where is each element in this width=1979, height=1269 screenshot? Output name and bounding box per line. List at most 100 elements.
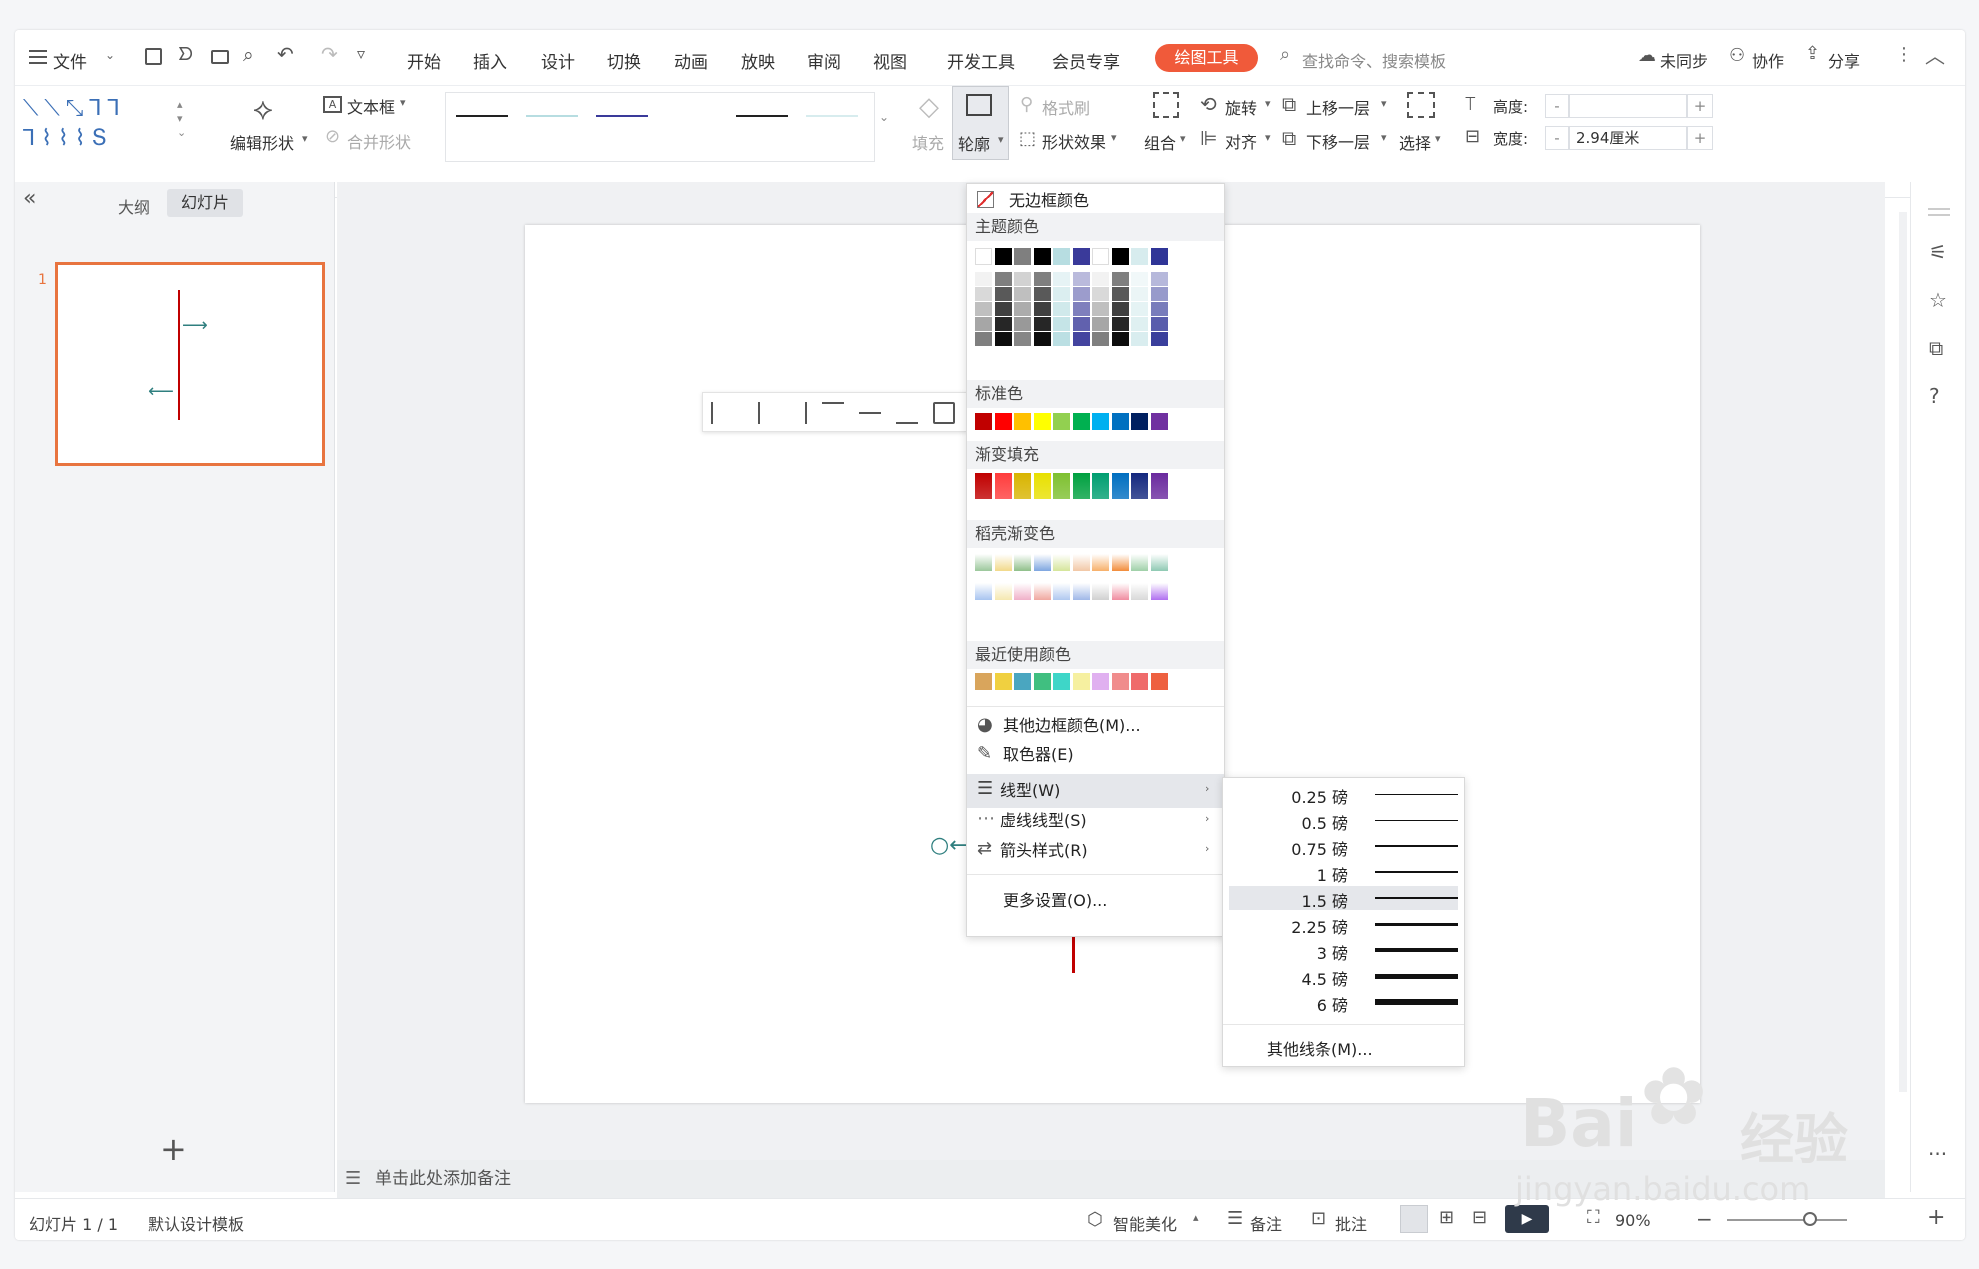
- line-weight-option[interactable]: 6 磅: [1229, 990, 1458, 1015]
- chevron-down-icon[interactable]: ▾: [1265, 131, 1271, 144]
- gradient-swatch[interactable]: [1131, 473, 1148, 499]
- standard-color-swatch[interactable]: [1092, 413, 1109, 430]
- gradient-swatch[interactable]: [994, 473, 1012, 499]
- share-button[interactable]: 分享: [1828, 48, 1860, 72]
- share-icon[interactable]: ⇪: [1805, 43, 1820, 64]
- docer-gradient-swatch[interactable]: [1131, 554, 1148, 571]
- theme-shade-swatch[interactable]: [1053, 332, 1070, 346]
- docer-gradient-swatch[interactable]: [1150, 554, 1168, 571]
- theme-shade-swatch[interactable]: [975, 317, 992, 331]
- gradient-swatch[interactable]: [1150, 473, 1168, 499]
- theme-color-swatch[interactable]: [994, 248, 1012, 265]
- chevron-down-icon[interactable]: ▾: [1111, 131, 1117, 144]
- theme-color-swatch[interactable]: [1111, 248, 1129, 265]
- distribute-icon[interactable]: [933, 402, 955, 424]
- tab-start[interactable]: 开始: [407, 48, 441, 73]
- panel-handle-icon[interactable]: [1928, 208, 1950, 216]
- theme-shade-swatch[interactable]: [1111, 287, 1129, 301]
- smart-beautify-button[interactable]: 智能美化: [1113, 1211, 1177, 1235]
- recent-color-swatch[interactable]: [1072, 673, 1090, 690]
- docer-gradient-swatch[interactable]: [1053, 583, 1070, 600]
- edit-shape-button[interactable]: 编辑形状: [230, 130, 294, 154]
- chevron-down-icon[interactable]: ▾: [1381, 131, 1387, 144]
- print-preview-icon[interactable]: ⌕: [243, 44, 254, 66]
- docer-gradient-swatch[interactable]: [1033, 583, 1051, 600]
- tab-view[interactable]: 视图: [873, 48, 907, 73]
- redo-icon[interactable]: ↷: [321, 42, 338, 66]
- theme-shade-swatch[interactable]: [1072, 302, 1090, 316]
- theme-shade-swatch[interactable]: [1014, 332, 1031, 346]
- line-style-light[interactable]: [526, 115, 578, 117]
- theme-shade-swatch[interactable]: [1072, 287, 1090, 301]
- theme-shade-swatch[interactable]: [994, 332, 1012, 346]
- docer-gradient-swatch[interactable]: [1072, 583, 1090, 600]
- theme-shade-swatch[interactable]: [1053, 302, 1070, 316]
- tab-developer[interactable]: 开发工具: [947, 48, 1015, 73]
- cloud-sync-icon[interactable]: ☁: [1638, 45, 1656, 66]
- docer-gradient-swatch[interactable]: [975, 583, 992, 600]
- theme-shade-swatch[interactable]: [1131, 332, 1148, 346]
- zoom-in-icon[interactable]: +: [1927, 1205, 1945, 1230]
- search-commands[interactable]: 查找命令、搜索模板: [1302, 48, 1446, 72]
- theme-shade-swatch[interactable]: [1131, 287, 1148, 301]
- gradient-swatch[interactable]: [1053, 473, 1070, 499]
- settings-sliders-icon[interactable]: ⚟: [1929, 240, 1947, 264]
- comment-button[interactable]: 批注: [1335, 1211, 1367, 1235]
- customize-icon[interactable]: ▿: [357, 44, 365, 63]
- eyedropper-item[interactable]: 取色器(E): [1003, 738, 1218, 772]
- theme-shade-swatch[interactable]: [1150, 272, 1168, 286]
- line-style-black-2[interactable]: [736, 115, 788, 117]
- recent-color-swatch[interactable]: [1014, 673, 1031, 690]
- line-type-item[interactable]: 线型(W): [1000, 774, 1170, 808]
- standard-color-swatch[interactable]: [1014, 413, 1031, 430]
- theme-shade-swatch[interactable]: [1092, 317, 1109, 331]
- theme-shade-swatch[interactable]: [1092, 332, 1109, 346]
- collapse-ribbon-icon[interactable]: ︿: [1925, 40, 1945, 69]
- sync-status[interactable]: 未同步: [1660, 48, 1708, 72]
- tab-insert[interactable]: 插入: [473, 48, 507, 73]
- align-center-icon[interactable]: [758, 402, 760, 424]
- gallery-more-icon[interactable]: ⌄: [879, 110, 889, 124]
- shape-effect-icon[interactable]: ⬚: [1019, 128, 1036, 149]
- theme-shade-swatch[interactable]: [1150, 287, 1168, 301]
- group-icon[interactable]: [1153, 92, 1179, 118]
- chevron-down-icon[interactable]: ▾: [1265, 97, 1271, 110]
- line-weight-option[interactable]: 1.5 磅: [1229, 886, 1458, 911]
- standard-color-swatch[interactable]: [975, 413, 992, 430]
- send-backward-button[interactable]: 下移一层: [1306, 129, 1370, 153]
- standard-color-swatch[interactable]: [1150, 413, 1168, 430]
- theme-shade-swatch[interactable]: [1111, 302, 1129, 316]
- zoom-slider-thumb[interactable]: [1803, 1212, 1817, 1226]
- theme-color-swatch[interactable]: [1072, 248, 1090, 265]
- theme-shade-swatch[interactable]: [975, 287, 992, 301]
- height-increment[interactable]: +: [1687, 94, 1713, 118]
- theme-shade-swatch[interactable]: [994, 302, 1012, 316]
- docer-gradient-swatch[interactable]: [994, 554, 1012, 571]
- tab-design[interactable]: 设计: [541, 48, 575, 73]
- line-weight-option[interactable]: 1 磅: [1229, 860, 1458, 885]
- collab-icon[interactable]: ⚇: [1729, 45, 1745, 66]
- gradient-swatch[interactable]: [1111, 473, 1129, 499]
- tab-member[interactable]: 会员专享: [1052, 48, 1120, 73]
- play-button[interactable]: ▶: [1505, 1205, 1549, 1233]
- more-settings-item[interactable]: 更多设置(O)...: [1003, 884, 1218, 918]
- theme-color-swatch[interactable]: [1014, 248, 1031, 265]
- line-weight-option[interactable]: 3 磅: [1229, 938, 1458, 963]
- recent-color-swatch[interactable]: [1131, 673, 1148, 690]
- theme-shade-swatch[interactable]: [1033, 272, 1051, 286]
- recent-color-swatch[interactable]: [1033, 673, 1051, 690]
- docer-gradient-swatch[interactable]: [1131, 583, 1148, 600]
- line-weight-option[interactable]: 2.25 磅: [1229, 912, 1458, 937]
- rotate-icon[interactable]: ⟲: [1200, 92, 1217, 116]
- docer-gradient-swatch[interactable]: [975, 554, 992, 571]
- line-weight-option[interactable]: 4.5 磅: [1229, 964, 1458, 989]
- theme-shade-swatch[interactable]: [1014, 287, 1031, 301]
- width-decrement[interactable]: -: [1545, 126, 1569, 150]
- theme-shade-swatch[interactable]: [1033, 287, 1051, 301]
- standard-color-swatch[interactable]: [1033, 413, 1051, 430]
- line-weight-option[interactable]: 0.5 磅: [1229, 808, 1458, 833]
- align-icon[interactable]: ⊫: [1200, 126, 1217, 150]
- theme-shade-swatch[interactable]: [1033, 317, 1051, 331]
- width-input[interactable]: 2.94厘米: [1569, 126, 1687, 150]
- gallery-scroll-icon[interactable]: ▴ ▾ ⌄: [177, 98, 186, 140]
